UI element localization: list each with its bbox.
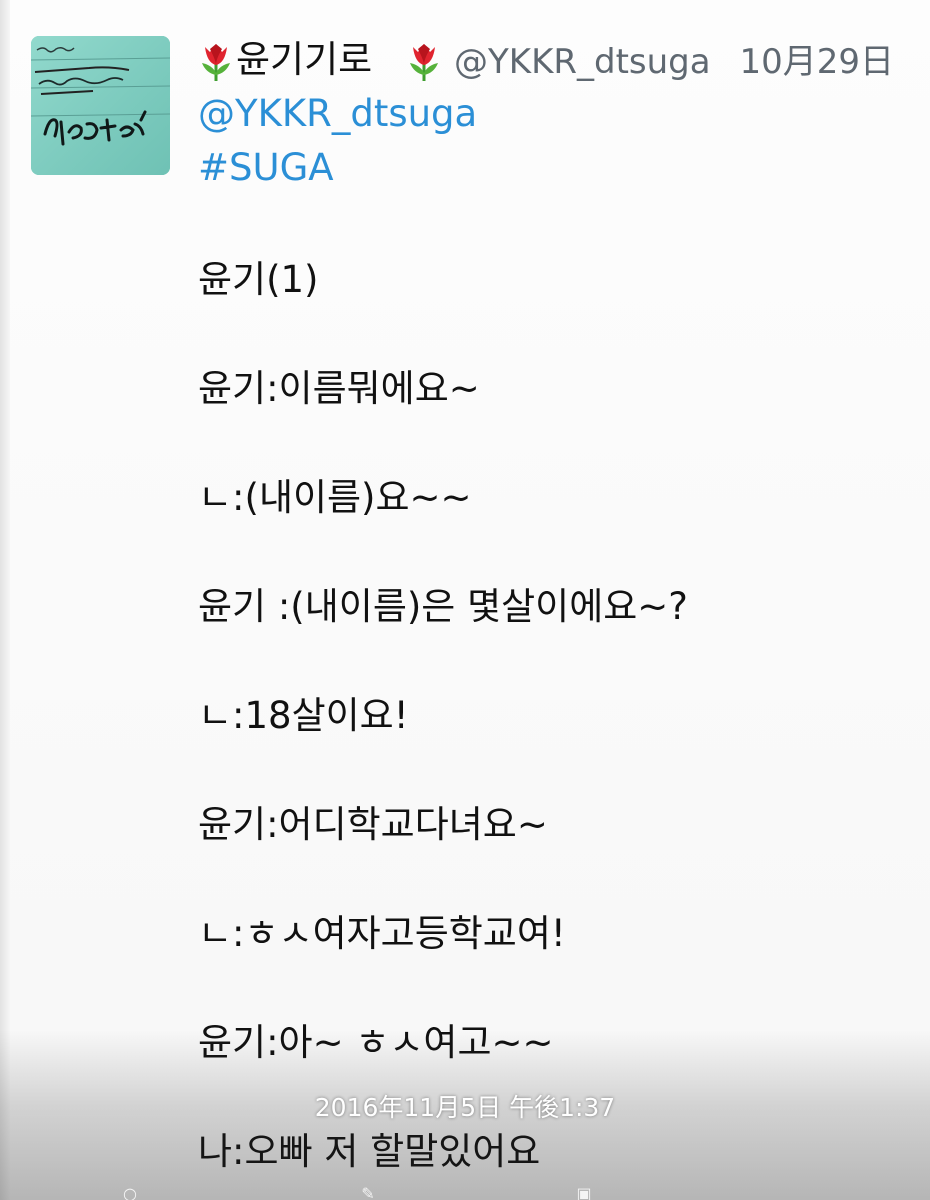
user-handle[interactable]: @YKKR_dtsuga	[454, 38, 711, 86]
gallery-toolbar: ○ ✎ ▣	[0, 1180, 930, 1200]
tweet-date[interactable]: 10月29日	[739, 38, 894, 86]
left-edge-shadow	[0, 0, 10, 1200]
handwritten-note-avatar-icon	[31, 36, 170, 175]
avatar[interactable]	[31, 36, 170, 175]
hashtag-link[interactable]: #SUGA	[198, 144, 334, 192]
tweet-line: 윤기:어디학교다녀요~	[198, 803, 548, 846]
tweet-line: 윤기:이름뭐에요~	[198, 367, 480, 410]
tweet-line: ㄴ:(내이름)요~~	[198, 476, 472, 519]
tulip-icon	[404, 39, 444, 83]
tweet-header: 윤기기로 @YKKR_dtsuga 10月29日	[196, 36, 916, 86]
photo-timestamp: 2016年11月5日 午後1:37	[314, 1093, 616, 1122]
tweet-body: 윤기(1) 윤기:이름뭐에요~ ㄴ:(내이름)요~~ 윤기 :(내이름)은 몇살…	[198, 256, 898, 1200]
tweet-line: ㄴ:ㅎㅅ여자고등학교여!	[198, 912, 566, 955]
tweet-line: 윤기 :(내이름)은 몇살이에요~?	[198, 585, 688, 628]
tweet-screenshot: 윤기기로 @YKKR_dtsuga 10月29日 @YKKR_dtsuga #S…	[0, 0, 930, 1200]
display-name[interactable]: 윤기기로	[236, 36, 372, 84]
info-icon[interactable]: ▣	[572, 1186, 596, 1200]
mention-link[interactable]: @YKKR_dtsuga	[198, 90, 477, 138]
edit-icon[interactable]: ✎	[356, 1186, 380, 1200]
tweet-line: ㄴ:18살이요!	[198, 694, 409, 737]
share-icon[interactable]: ○	[118, 1186, 142, 1200]
tweet-line: 윤기(1)	[198, 258, 319, 301]
tulip-icon	[196, 39, 236, 83]
